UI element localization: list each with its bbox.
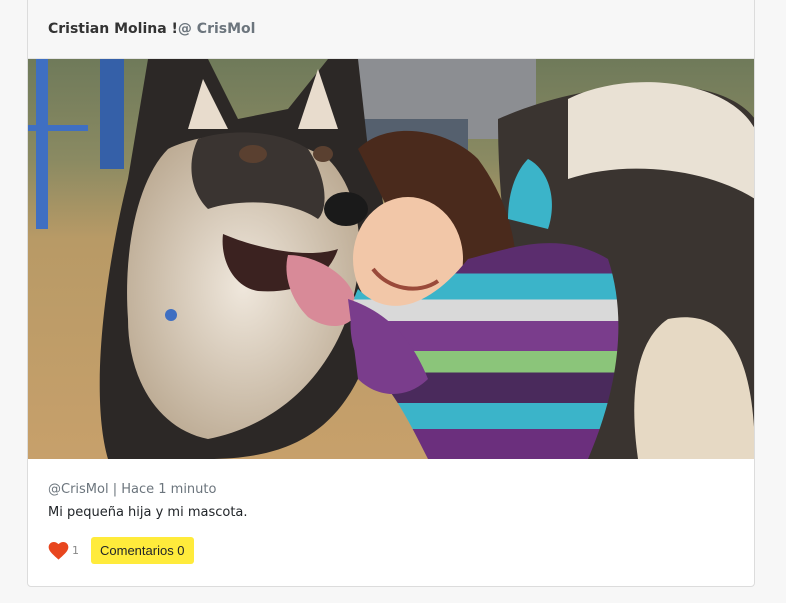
post-actions: 1 Comentarios 0 [48,537,734,564]
post-body: @CrisMol | Hace 1 minuto Mi pequeña hija… [28,459,754,564]
author-handle: @ CrisMol [177,20,256,37]
post-photo [28,59,754,459]
post-meta: @CrisMol | Hace 1 minuto [48,482,217,497]
author-name: Cristian Molina ! [48,20,178,37]
photo-image [28,59,754,459]
heart-icon[interactable] [48,541,69,560]
like-button[interactable]: 1 [48,541,79,560]
post-header: Cristian Molina !@ CrisMol [28,0,754,59]
post-card: Cristian Molina !@ CrisMol @CrisMol | Ha… [27,0,755,587]
post-caption: Mi pequeña hija y mi mascota. [48,505,248,520]
post-author: Cristian Molina !@ CrisMol [48,21,255,37]
comments-button[interactable]: Comentarios 0 [91,537,194,564]
like-count: 1 [72,544,79,557]
